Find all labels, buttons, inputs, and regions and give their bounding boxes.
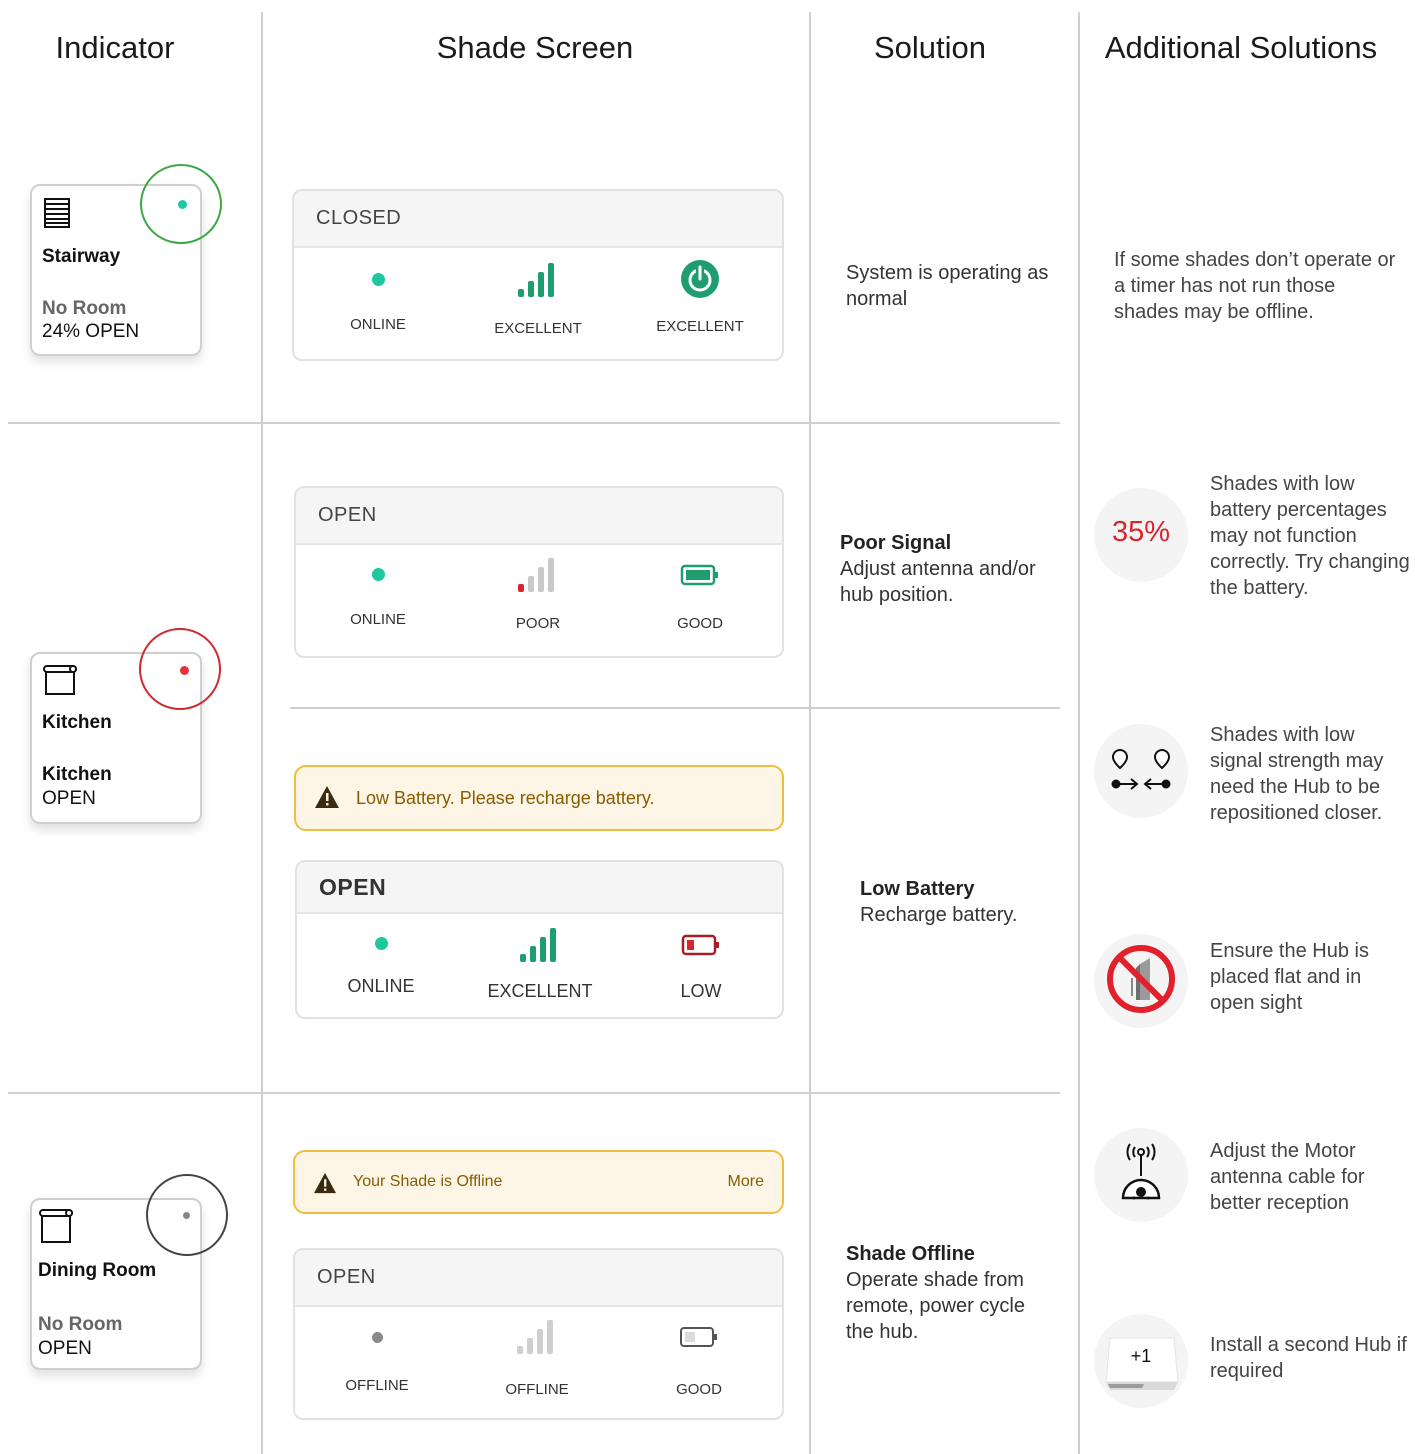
battery-status: EXCELLENT xyxy=(620,259,780,335)
signal-status: POOR xyxy=(458,556,618,632)
shade-status-panel: CLOSED ONLINE EXCELLENT EXCELLENT xyxy=(292,189,784,361)
blind-shade-icon xyxy=(44,198,70,228)
signal-bars-icon xyxy=(517,1320,553,1354)
additional-text: Shades with low battery percentages may … xyxy=(1210,473,1410,599)
warning-icon xyxy=(314,1172,336,1194)
signal-status: EXCELLENT xyxy=(458,261,618,337)
battery-status: GOOD xyxy=(619,1326,779,1398)
shade-status-panel: OPEN ONLINE EXCELLENT LOW xyxy=(295,860,784,1019)
column-divider xyxy=(809,12,811,1454)
online-dot-icon xyxy=(371,273,385,286)
connection-status: ONLINE xyxy=(301,937,461,997)
indicator-highlight-ring xyxy=(139,628,221,710)
shade-status-panel: OPEN ONLINE POOR GOOD xyxy=(294,486,784,658)
solution-body: Operate shade from remote, power cycle t… xyxy=(846,1269,1025,1343)
panel-title: CLOSED xyxy=(294,191,782,248)
panel-title: OPEN xyxy=(296,488,782,545)
warning-icon xyxy=(315,786,339,808)
column-divider xyxy=(261,12,263,1454)
shade-name: Dining Room xyxy=(38,1260,157,1281)
shade-room: No Room xyxy=(38,1314,123,1335)
shade-position: OPEN xyxy=(42,788,96,809)
roller-shade-icon xyxy=(43,665,77,695)
shade-name: Stairway xyxy=(42,246,121,267)
power-icon xyxy=(681,260,719,298)
solution-poor-signal: Poor Signal Adjust antenna and/or hub po… xyxy=(840,530,1070,608)
no-tilted-hub-icon xyxy=(1094,934,1188,1028)
shade-room: Kitchen xyxy=(42,764,112,785)
solution-low-battery: Low Battery Recharge battery. xyxy=(860,876,1060,928)
connection-status: ONLINE xyxy=(298,273,458,333)
shade-status-panel: OPEN OFFLINE OFFLINE GOOD xyxy=(293,1248,784,1420)
connection-status: OFFLINE xyxy=(297,1332,457,1394)
shade-position: 24% OPEN xyxy=(42,321,140,342)
header-additional-solutions: Additional Solutions xyxy=(1104,30,1378,65)
header-solution: Solution xyxy=(873,30,987,65)
move-closer-icon xyxy=(1094,724,1188,818)
panel-title: OPEN xyxy=(297,862,782,914)
roller-shade-icon xyxy=(39,1209,73,1243)
header-indicator: Indicator xyxy=(55,30,175,65)
signal-bars-icon xyxy=(518,558,554,592)
additional-text: Shades with low signal strength may need… xyxy=(1210,724,1384,824)
add-hub-icon: +1 xyxy=(1094,1314,1188,1408)
row-divider xyxy=(290,707,1060,709)
signal-bars-icon xyxy=(520,928,556,962)
signal-status: OFFLINE xyxy=(457,1318,617,1398)
battery-percent-icon: 35% xyxy=(1094,488,1188,582)
banner-text: Low Battery. Please recharge battery. xyxy=(356,788,655,808)
solution-body: Adjust antenna and/or hub position. xyxy=(840,558,1036,606)
battery-gray-icon xyxy=(680,1327,717,1347)
offline-banner[interactable]: Your Shade is Offline More xyxy=(293,1150,784,1214)
more-link[interactable]: More xyxy=(728,1173,764,1191)
additional-intro: If some shades don’t operate or a timer … xyxy=(1114,249,1396,323)
battery-low-icon xyxy=(681,934,719,956)
column-divider xyxy=(1078,12,1080,1454)
additional-text: Ensure the Hub is placed flat and in ope… xyxy=(1210,940,1369,1014)
signal-status: EXCELLENT xyxy=(460,926,620,1002)
solution-shade-offline: Shade Offline Operate shade from remote,… xyxy=(846,1241,1056,1345)
banner-text: Your Shade is Offline xyxy=(353,1173,503,1190)
solution-body: Recharge battery. xyxy=(860,904,1018,926)
shade-position: OPEN xyxy=(38,1338,92,1359)
indicator-highlight-ring xyxy=(140,164,222,244)
solution-title: Poor Signal xyxy=(840,532,952,554)
signal-bars-icon xyxy=(518,263,554,297)
offline-dot-icon xyxy=(371,1332,383,1343)
solution-normal: System is operating as normal xyxy=(846,262,1049,310)
additional-text: Install a second Hub if required xyxy=(1210,1334,1407,1382)
row-divider xyxy=(8,1092,1060,1094)
panel-title: OPEN xyxy=(295,1250,782,1307)
battery-status: LOW xyxy=(621,934,781,1002)
header-shade-screen: Shade Screen xyxy=(436,30,634,65)
connection-status: ONLINE xyxy=(298,568,458,628)
shade-room: No Room xyxy=(42,298,127,319)
additional-text: Adjust the Motor antenna cable for bette… xyxy=(1210,1140,1365,1214)
shade-name: Kitchen xyxy=(42,712,112,733)
solution-title: Low Battery xyxy=(860,878,975,900)
battery-good-icon xyxy=(680,564,718,586)
low-battery-banner[interactable]: Low Battery. Please recharge battery. xyxy=(294,765,784,831)
motor-antenna-icon xyxy=(1094,1128,1188,1222)
battery-status: GOOD xyxy=(620,564,780,632)
row-divider xyxy=(8,422,1060,424)
online-dot-icon xyxy=(371,568,385,581)
online-dot-icon xyxy=(374,937,388,950)
solution-title: Shade Offline xyxy=(846,1243,975,1265)
indicator-highlight-ring xyxy=(146,1174,228,1256)
